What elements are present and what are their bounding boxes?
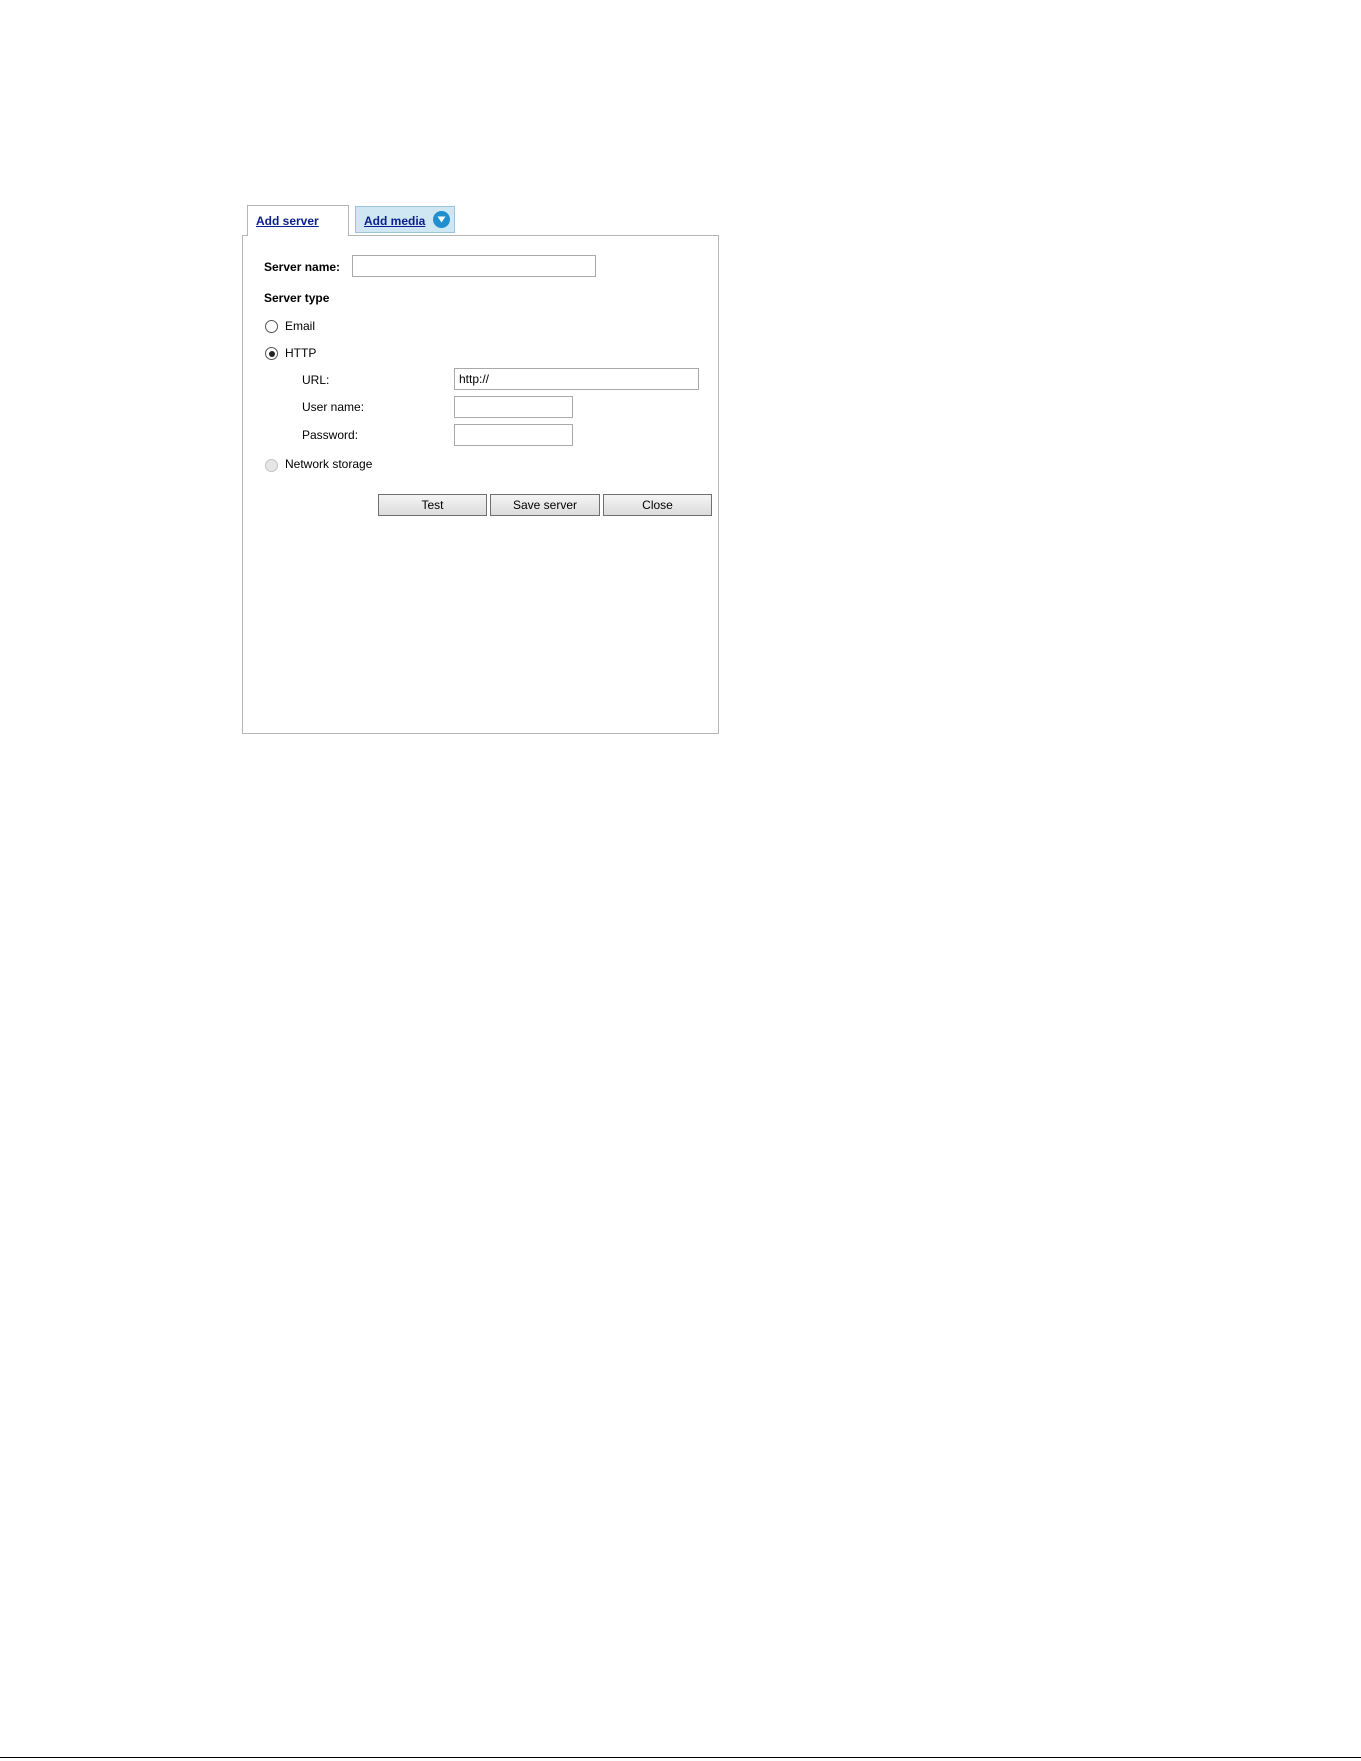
tab-add-media[interactable]: Add media bbox=[355, 206, 455, 233]
email-option-label: Email bbox=[285, 319, 316, 333]
network-storage-radio[interactable] bbox=[265, 459, 278, 472]
server-name-input[interactable] bbox=[352, 255, 596, 277]
tab-add-server-link[interactable]: Add server bbox=[256, 214, 319, 228]
server-type-label: Server type bbox=[264, 291, 330, 305]
test-button[interactable]: Test bbox=[378, 494, 487, 516]
email-radio[interactable] bbox=[265, 320, 278, 333]
http-option-label: HTTP bbox=[285, 346, 317, 360]
tab-add-media-link[interactable]: Add media bbox=[364, 214, 425, 228]
network-storage-option-label: Network storage bbox=[285, 457, 373, 471]
save-server-button[interactable]: Save server bbox=[490, 494, 600, 516]
url-label: URL: bbox=[302, 373, 330, 387]
chevron-down-circle-icon[interactable] bbox=[433, 211, 450, 228]
server-name-label: Server name: bbox=[264, 260, 341, 274]
tab-add-server[interactable]: Add server bbox=[247, 205, 349, 236]
password-input[interactable] bbox=[454, 424, 573, 446]
close-button[interactable]: Close bbox=[603, 494, 712, 516]
http-radio[interactable] bbox=[265, 347, 278, 360]
url-input[interactable] bbox=[454, 368, 699, 390]
add-server-panel: Server name: Server type Email HTTP URL:… bbox=[242, 235, 719, 734]
username-label: User name: bbox=[302, 400, 365, 414]
username-input[interactable] bbox=[454, 396, 573, 418]
page-bottom-divider bbox=[0, 1757, 1361, 1758]
password-label: Password: bbox=[302, 428, 359, 442]
